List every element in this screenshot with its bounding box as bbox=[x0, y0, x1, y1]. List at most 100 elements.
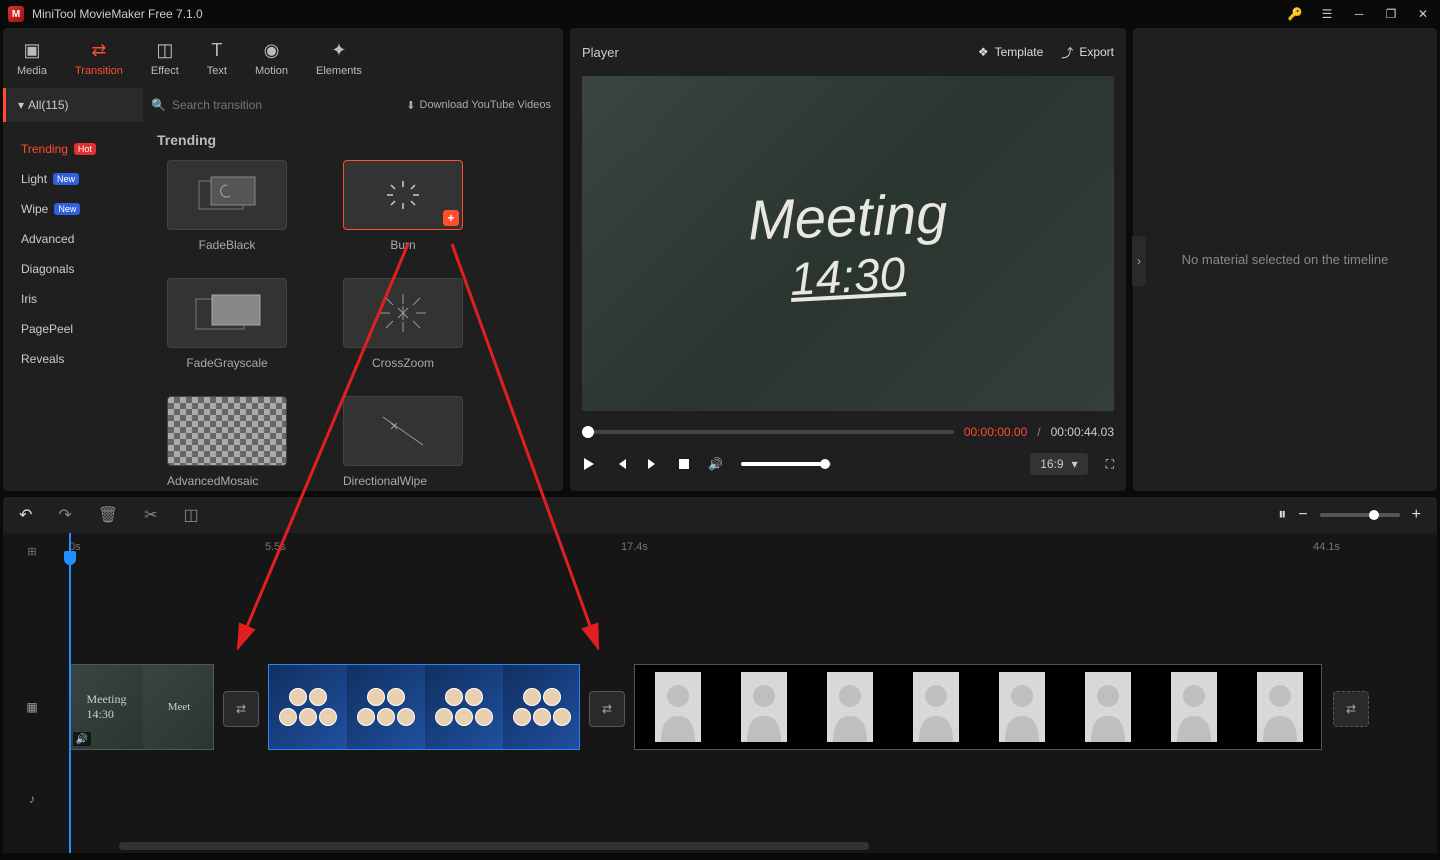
audio-track[interactable] bbox=[61, 753, 1437, 845]
add-track-button[interactable]: ⊞ bbox=[3, 533, 61, 569]
elements-icon: ✦ bbox=[331, 40, 346, 61]
maximize-icon[interactable]: ❐ bbox=[1382, 5, 1400, 23]
crop-button[interactable]: ◫ bbox=[184, 505, 199, 525]
transition-mosaic[interactable]: AdvancedMosaic bbox=[157, 396, 297, 488]
chevron-down-icon: ▾ bbox=[18, 98, 24, 112]
download-icon: ⬇ bbox=[406, 99, 415, 112]
gallery-heading: Trending bbox=[157, 132, 549, 148]
time-total: 00:00:44.03 bbox=[1051, 425, 1114, 439]
category-trending[interactable]: TrendingHot bbox=[3, 134, 143, 164]
overlay-track-icon bbox=[3, 569, 61, 661]
close-icon[interactable]: ✕ bbox=[1414, 5, 1432, 23]
horizontal-scrollbar[interactable] bbox=[119, 842, 869, 850]
transition-slot-3[interactable]: ⇄ bbox=[1333, 691, 1369, 727]
transition-slot-1[interactable]: ⇄ bbox=[223, 691, 259, 727]
preview-text-2: 14:30 bbox=[789, 246, 907, 306]
prev-frame-button[interactable] bbox=[614, 457, 628, 471]
menu-icon[interactable]: ☰ bbox=[1318, 5, 1336, 23]
folder-icon: ▣ bbox=[23, 40, 40, 61]
split-button[interactable]: ✂ bbox=[144, 505, 157, 525]
titlebar: M MiniTool MovieMaker Free 7.1.0 🔑 ☰ ─ ❐… bbox=[0, 0, 1440, 28]
tab-text[interactable]: TText bbox=[207, 40, 227, 77]
clip-2[interactable] bbox=[268, 664, 580, 750]
expand-panel-button[interactable]: › bbox=[1132, 236, 1146, 286]
clip-3[interactable] bbox=[634, 664, 1322, 750]
transition-fadegrayscale[interactable]: FadeGrayscale bbox=[157, 278, 297, 370]
redo-button[interactable]: ↷ bbox=[58, 505, 71, 525]
tab-elements[interactable]: ✦Elements bbox=[316, 40, 362, 77]
export-button[interactable]: ⤴Export bbox=[1061, 44, 1114, 61]
search-input[interactable] bbox=[172, 98, 398, 112]
tab-transition[interactable]: ⇄Transition bbox=[75, 40, 123, 77]
timeline-toolbar: ↶ ↷ 🗑 ✂ ◫ ⏸ − + bbox=[3, 497, 1437, 533]
category-advanced[interactable]: Advanced bbox=[3, 224, 143, 254]
delete-button[interactable]: 🗑 bbox=[98, 505, 118, 525]
transition-fadeblack[interactable]: FadeBlack bbox=[157, 160, 297, 252]
template-button[interactable]: ❖Template bbox=[978, 44, 1043, 61]
preview-text-1: Meeting bbox=[747, 181, 948, 253]
app-icon: M bbox=[8, 6, 24, 22]
new-badge: New bbox=[54, 203, 80, 215]
fullscreen-button[interactable]: ⛶ bbox=[1106, 457, 1114, 472]
transition-slot-2[interactable]: ⇄ bbox=[589, 691, 625, 727]
add-transition-button[interactable]: + bbox=[443, 210, 459, 226]
properties-empty-message: No material selected on the timeline bbox=[1182, 252, 1389, 267]
download-link[interactable]: ⬇Download YouTube Videos bbox=[406, 99, 563, 112]
next-frame-button[interactable] bbox=[646, 457, 660, 471]
seek-handle[interactable] bbox=[582, 426, 594, 438]
new-badge: New bbox=[53, 173, 79, 185]
category-reveals[interactable]: Reveals bbox=[3, 344, 143, 374]
stop-button[interactable] bbox=[678, 458, 690, 470]
zoom-out-button[interactable]: − bbox=[1298, 506, 1307, 524]
video-track[interactable]: Meeting14:30 Meet 🔊 ⇄ ⇄ bbox=[61, 661, 1437, 753]
zoom-in-button[interactable]: + bbox=[1412, 506, 1421, 524]
effect-icon: ◫ bbox=[156, 40, 173, 61]
clip-1[interactable]: Meeting14:30 Meet 🔊 bbox=[69, 664, 214, 750]
tab-effect[interactable]: ◫Effect bbox=[151, 40, 179, 77]
minimize-icon[interactable]: ─ bbox=[1350, 5, 1368, 23]
player-title: Player bbox=[582, 45, 619, 60]
text-icon: T bbox=[211, 40, 222, 61]
transition-dirwipe[interactable]: DirectionalWipe bbox=[333, 396, 473, 488]
timeline: ⊞ ▦ ♪ 0s 5.5s 17.4s 44.1s Meeting14:30 M… bbox=[3, 533, 1437, 853]
player-panel: Player ❖Template ⤴Export Meeting 14:30 0… bbox=[570, 28, 1126, 491]
play-button[interactable] bbox=[582, 457, 596, 471]
key-icon[interactable]: 🔑 bbox=[1286, 5, 1304, 23]
playhead[interactable] bbox=[69, 533, 71, 853]
snap-button[interactable]: ⏸ bbox=[1278, 506, 1286, 524]
aspect-dropdown[interactable]: 16:9▾ bbox=[1030, 453, 1087, 475]
sound-icon: 🔊 bbox=[73, 732, 91, 746]
seek-bar[interactable] bbox=[582, 430, 954, 434]
overlay-track[interactable] bbox=[61, 569, 1437, 661]
tab-media[interactable]: ▣Media bbox=[17, 40, 47, 77]
video-track-icon: ▦ bbox=[3, 661, 61, 753]
volume-slider[interactable] bbox=[741, 462, 831, 466]
category-iris[interactable]: Iris bbox=[3, 284, 143, 314]
category-diagonals[interactable]: Diagonals bbox=[3, 254, 143, 284]
transition-burn[interactable]: + Burn bbox=[333, 160, 473, 252]
properties-panel: › No material selected on the timeline bbox=[1133, 28, 1437, 491]
category-list: TrendingHot LightNew WipeNew Advanced Di… bbox=[3, 122, 143, 491]
preview-viewport: Meeting 14:30 bbox=[582, 76, 1114, 411]
category-wipe[interactable]: WipeNew bbox=[3, 194, 143, 224]
transition-crosszoom[interactable]: CrossZoom bbox=[333, 278, 473, 370]
filter-all-dropdown[interactable]: ▾All(115) bbox=[3, 88, 143, 122]
export-icon: ⤴ bbox=[1061, 44, 1073, 61]
category-light[interactable]: LightNew bbox=[3, 164, 143, 194]
volume-button[interactable]: 🔊 bbox=[708, 457, 723, 471]
app-title: MiniTool MovieMaker Free 7.1.0 bbox=[32, 7, 203, 21]
category-pagepeel[interactable]: PagePeel bbox=[3, 314, 143, 344]
time-ruler[interactable]: 0s 5.5s 17.4s 44.1s bbox=[61, 533, 1437, 569]
zoom-slider[interactable] bbox=[1320, 513, 1400, 517]
time-current: 00:00:00.00 bbox=[964, 425, 1027, 439]
search-icon: 🔍 bbox=[151, 98, 166, 112]
undo-button[interactable]: ↶ bbox=[19, 505, 32, 525]
hot-badge: Hot bbox=[74, 143, 96, 155]
tab-motion[interactable]: ◉Motion bbox=[255, 40, 288, 77]
chevron-down-icon: ▾ bbox=[1072, 457, 1078, 471]
transition-gallery: Trending FadeBlack + Burn bbox=[143, 122, 563, 491]
motion-icon: ◉ bbox=[264, 40, 280, 61]
main-tabs: ▣Media ⇄Transition ◫Effect TText ◉Motion… bbox=[3, 28, 563, 88]
layers-icon: ❖ bbox=[978, 45, 989, 59]
transition-icon: ⇄ bbox=[91, 40, 106, 61]
